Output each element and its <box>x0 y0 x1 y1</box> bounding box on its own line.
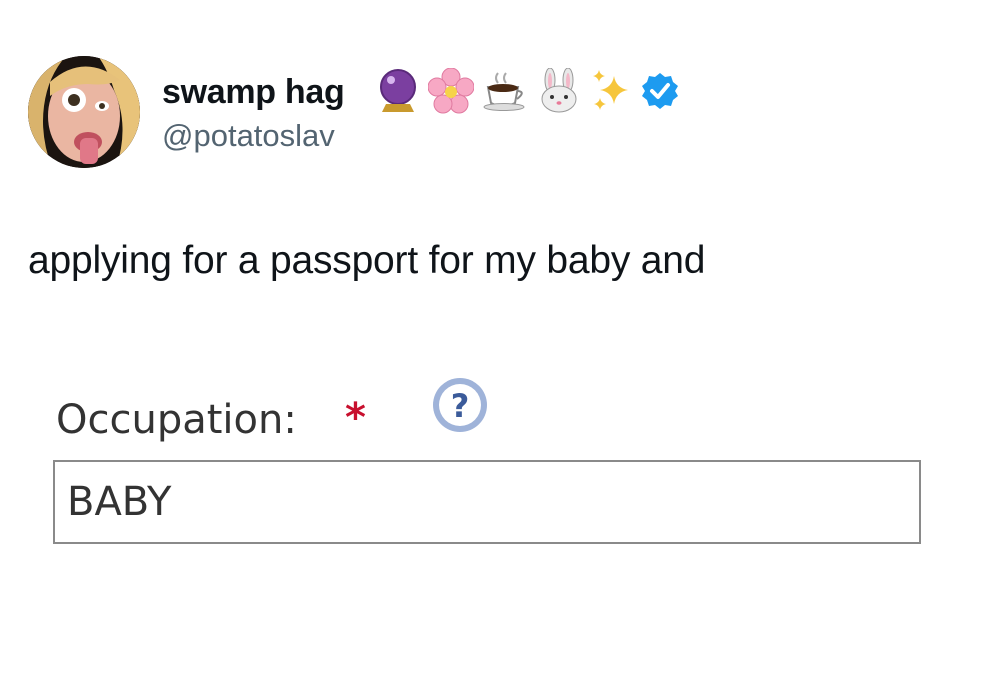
crystal-ball-icon <box>380 69 416 112</box>
help-icon-glyph: ? <box>451 387 470 425</box>
required-indicator: * <box>345 395 366 441</box>
occupation-label: Occupation: <box>56 397 297 443</box>
name-emoji-row <box>376 66 680 116</box>
tweet-text: applying for a passport for my baby and <box>28 239 706 282</box>
verified-badge-icon[interactable] <box>640 71 680 111</box>
avatar-image <box>28 56 140 168</box>
occupation-input[interactable]: BABY <box>53 460 921 544</box>
occupation-value: BABY <box>67 479 172 525</box>
display-name[interactable]: swamp hag <box>162 70 345 114</box>
sparkles-icon <box>593 70 628 110</box>
user-handle[interactable]: @potatoslav <box>162 116 335 156</box>
hot-beverage-icon <box>483 72 525 111</box>
help-icon[interactable]: ? <box>429 374 491 436</box>
avatar[interactable] <box>28 56 140 168</box>
cherry-blossom-icon <box>428 68 474 114</box>
rabbit-face-icon <box>541 68 577 113</box>
